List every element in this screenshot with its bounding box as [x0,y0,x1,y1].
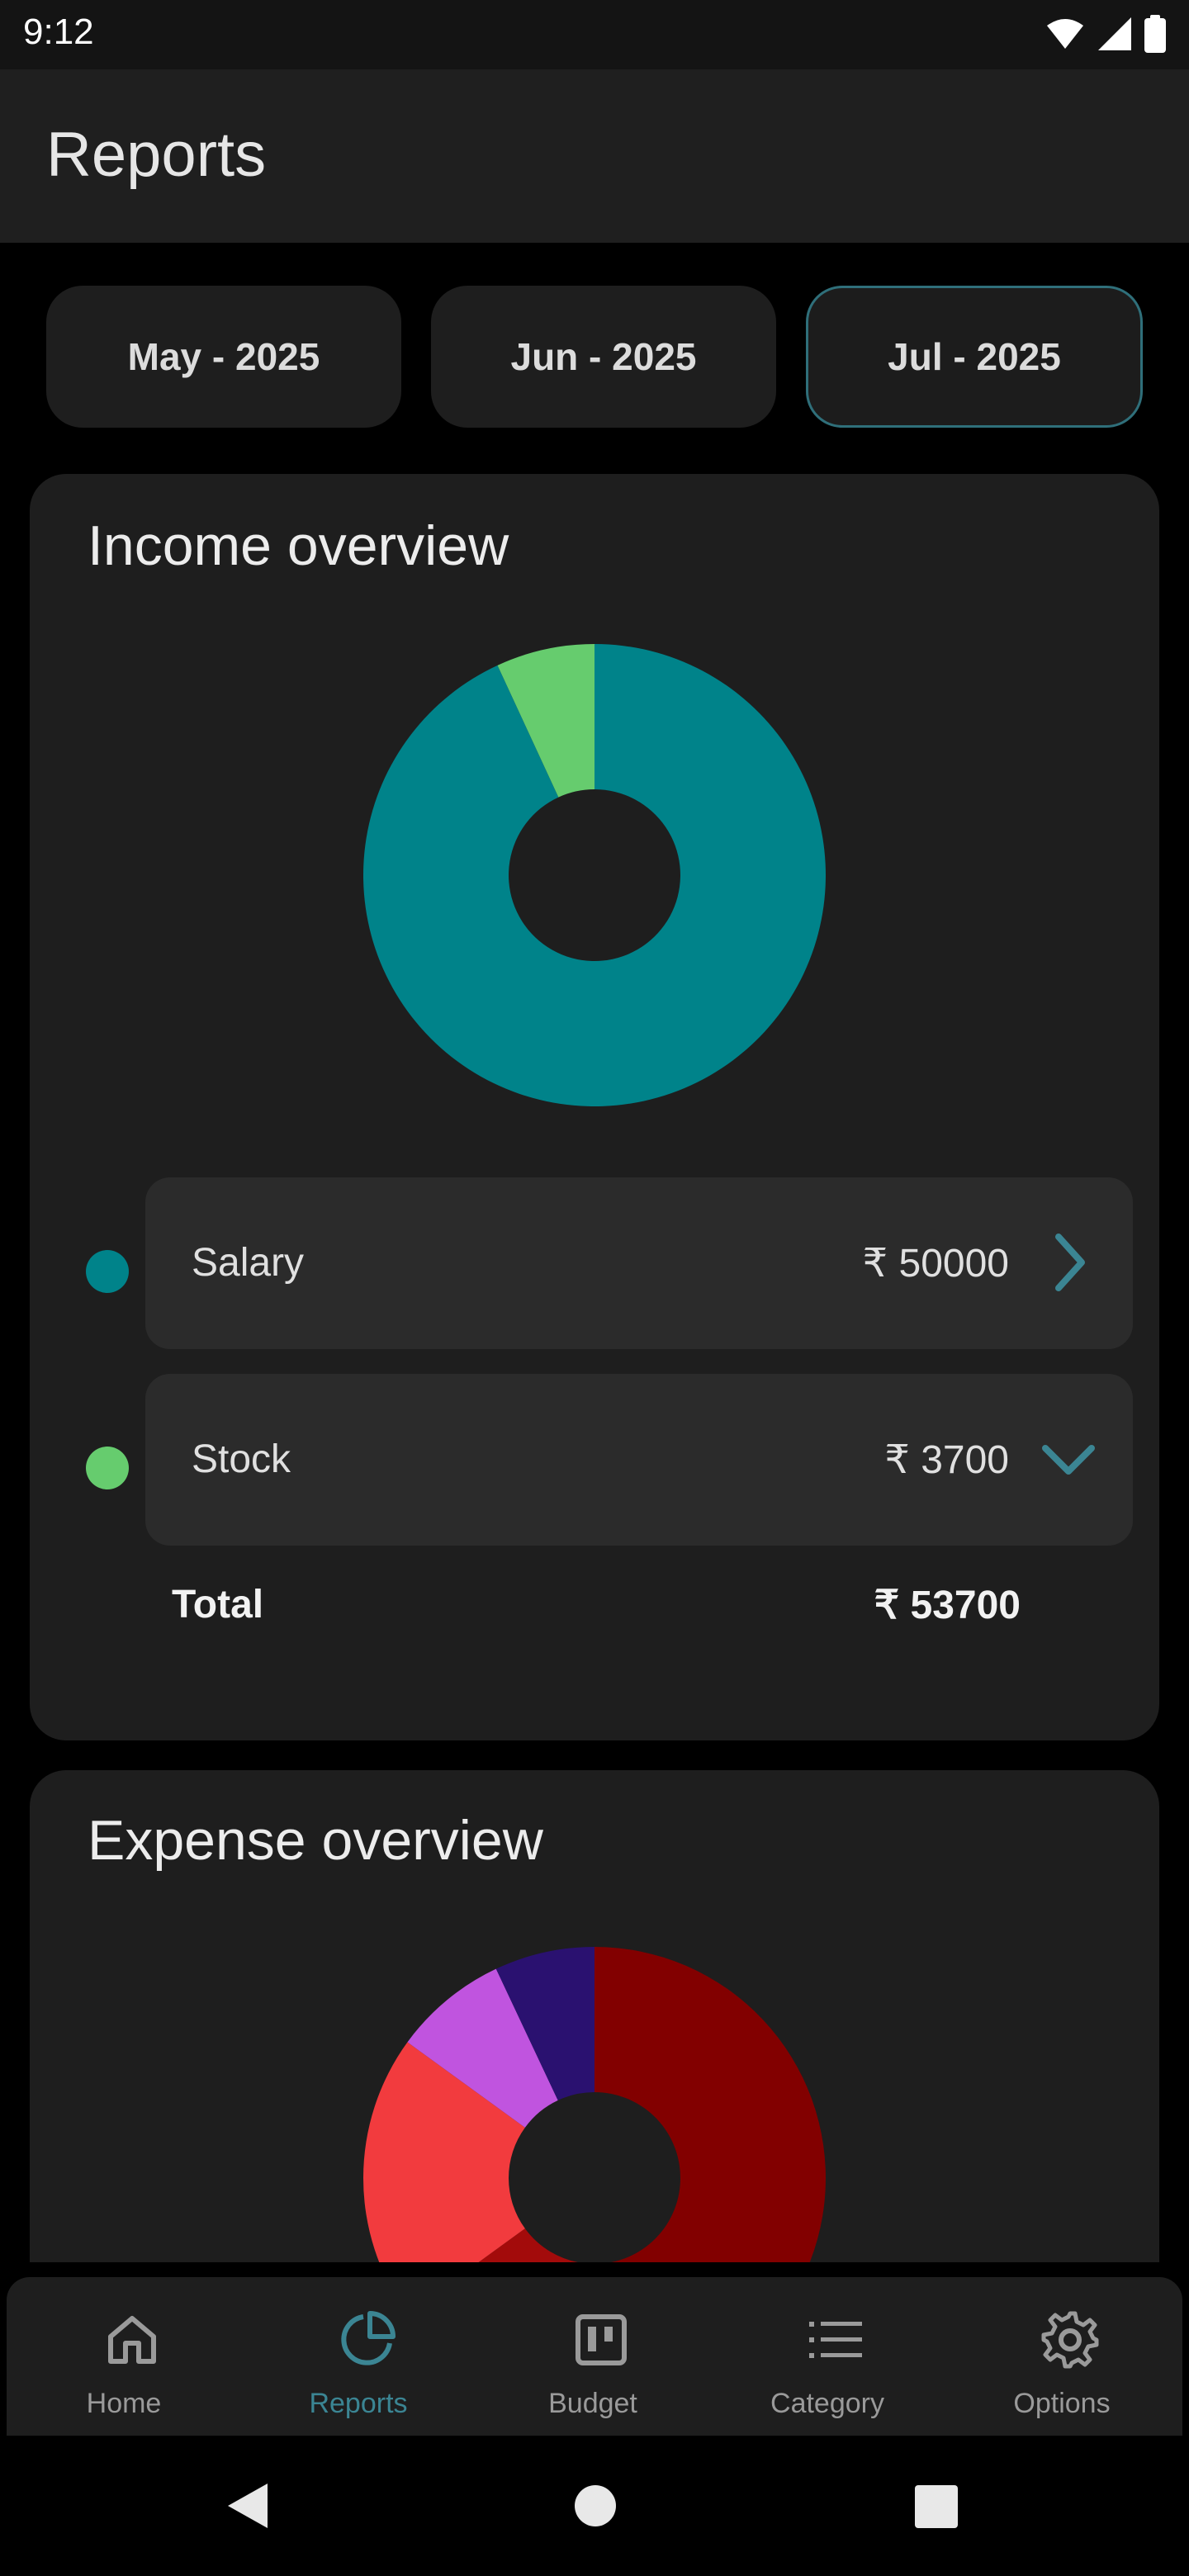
budget-board-icon [576,2314,627,2365]
income-row-label: Stock [192,1437,291,1481]
nav-home-label: Home [86,2388,162,2419]
wifi-icon [1047,19,1083,49]
income-donut-chart [363,644,826,1106]
expense-overview-title: Expense overview [88,1809,543,1872]
income-row-stock[interactable]: Stock ₹ 3700 [145,1374,1133,1546]
month-chip-label: May - 2025 [127,335,320,378]
list-icon [809,2322,862,2358]
stock-legend-dot [86,1447,129,1489]
income-row-label: Salary [192,1241,305,1285]
battery-icon [1144,15,1166,53]
reports-content[interactable]: May - 2025 Jun - 2025 Jul - 2025 Income … [0,243,1189,2262]
expense-overview-card: Expense overview [30,1770,1159,2262]
income-overview-title: Income overview [88,514,509,577]
status-bar: 9:12 [0,0,1189,69]
bottom-navigation: Home Reports Budget Category Options [7,2277,1182,2436]
nav-budget[interactable]: Budget [476,2277,710,2436]
month-chip-label: Jun - 2025 [510,335,697,378]
income-total-label: Total [172,1583,264,1627]
home-circle-icon[interactable] [573,2484,618,2528]
page-title: Reports [46,120,267,190]
nav-options-label: Options [1013,2388,1111,2419]
nav-category-label: Category [770,2388,884,2419]
nav-reports[interactable]: Reports [241,2277,476,2436]
nav-home[interactable]: Home [7,2277,241,2436]
app-bar: Reports [0,69,1189,243]
income-overview-card: Income overview Salary ₹ 50000 Stock ₹ 3… [30,474,1159,1740]
expense-slice-0[interactable] [566,1947,826,2262]
nav-category[interactable]: Category [710,2277,945,2436]
status-icons [1045,13,1166,54]
recents-icon[interactable] [915,2485,958,2528]
month-chip-label: Jul - 2025 [888,335,1061,378]
pie-chart-icon [341,2311,396,2365]
income-total-value: ₹ 53700 [874,1584,1021,1627]
nav-budget-label: Budget [548,2388,637,2419]
gear-icon [1041,2311,1099,2369]
month-chip-may[interactable]: May - 2025 [46,286,401,428]
income-row-amount: ₹ 50000 [862,1242,1009,1286]
nav-reports-label: Reports [309,2388,408,2419]
home-icon [108,2316,156,2364]
chevron-down-icon[interactable] [1035,1422,1101,1496]
nav-options[interactable]: Options [945,2277,1179,2436]
back-icon[interactable] [223,2480,272,2531]
chevron-right-icon[interactable] [1035,1225,1101,1300]
income-row-salary[interactable]: Salary ₹ 50000 [145,1177,1133,1349]
month-chip-jul[interactable]: Jul - 2025 [806,286,1143,428]
status-time: 9:12 [23,12,94,52]
system-navigation-bar [0,2436,1189,2576]
month-chip-jun[interactable]: Jun - 2025 [431,286,776,428]
cell-signal-icon [1098,17,1131,50]
salary-legend-dot [86,1250,129,1293]
income-row-amount: ₹ 3700 [884,1438,1009,1482]
expense-donut-chart [363,1947,826,2262]
